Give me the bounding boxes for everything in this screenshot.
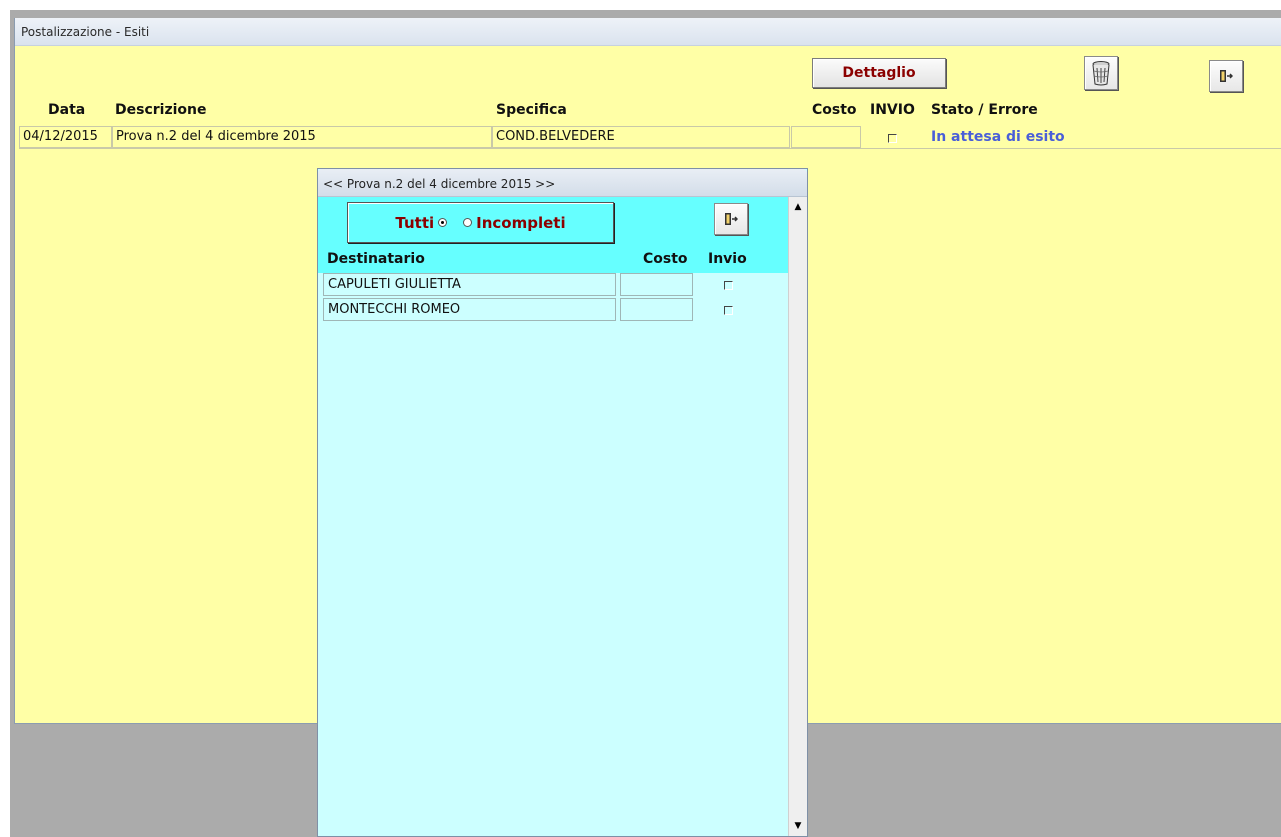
filter-group: Tutti Incompleti: [347, 202, 614, 243]
recipient-invio-checkbox[interactable]: [724, 306, 733, 315]
main-titlebar[interactable]: Postalizzazione - Esiti: [15, 18, 1281, 46]
filter-incompleti-label[interactable]: Incompleti: [476, 214, 565, 232]
row-descrizione-field[interactable]: Prova n.2 del 4 dicembre 2015: [112, 126, 492, 148]
header-popup-costo: Costo: [643, 251, 688, 267]
header-costo: Costo: [812, 102, 857, 118]
row-costo-field[interactable]: [791, 126, 861, 148]
main-window-title: Postalizzazione - Esiti: [21, 25, 150, 39]
header-data: Data: [48, 102, 86, 118]
recipients-popup: << Prova n.2 del 4 dicembre 2015 >> Tutt…: [317, 168, 808, 837]
scroll-up-arrow-icon[interactable]: ▲: [789, 199, 807, 215]
header-popup-invio: Invio: [708, 251, 747, 267]
screen-top-edge: [0, 0, 1281, 10]
popup-titlebar[interactable]: << Prova n.2 del 4 dicembre 2015 >>: [318, 169, 807, 197]
row-invio-checkbox[interactable]: [888, 134, 897, 143]
recipient-costo-field[interactable]: [620, 298, 693, 321]
header-stato: Stato / Errore: [931, 102, 1038, 118]
popup-exit-button[interactable]: [714, 203, 748, 235]
exit-button[interactable]: [1209, 60, 1243, 92]
header-invio: INVIO: [870, 102, 915, 118]
popup-title: << Prova n.2 del 4 dicembre 2015 >>: [323, 177, 556, 191]
dettaglio-button[interactable]: Dettaglio: [812, 58, 946, 88]
header-descrizione: Descrizione: [115, 102, 207, 118]
exit-door-icon: [1220, 70, 1233, 82]
row-data-field[interactable]: 04/12/2015: [19, 126, 112, 148]
delete-button[interactable]: [1084, 56, 1118, 90]
row-specifica-field[interactable]: COND.BELVEDERE: [492, 126, 790, 148]
recipient-name-field[interactable]: CAPULETI GIULIETTA: [323, 273, 616, 296]
filter-tutti-label[interactable]: Tutti: [395, 214, 434, 232]
filter-tutti-radio[interactable]: [438, 218, 448, 227]
header-specifica: Specifica: [496, 102, 567, 118]
row-divider: [19, 148, 1281, 149]
filter-incompleti-radio[interactable]: [463, 218, 473, 227]
popup-scrollbar[interactable]: ▲ ▼: [788, 197, 807, 836]
recipient-invio-checkbox[interactable]: [724, 281, 733, 290]
scroll-down-arrow-icon[interactable]: ▼: [789, 818, 807, 834]
header-destinatario: Destinatario: [327, 251, 425, 267]
exit-door-icon: [725, 213, 738, 225]
row-stato-text: In attesa di esito: [931, 129, 1065, 145]
recipient-name-field[interactable]: MONTECCHI ROMEO: [323, 298, 616, 321]
recipient-costo-field[interactable]: [620, 273, 693, 296]
screen-left-edge: [0, 10, 10, 837]
trash-icon: [1092, 61, 1110, 86]
